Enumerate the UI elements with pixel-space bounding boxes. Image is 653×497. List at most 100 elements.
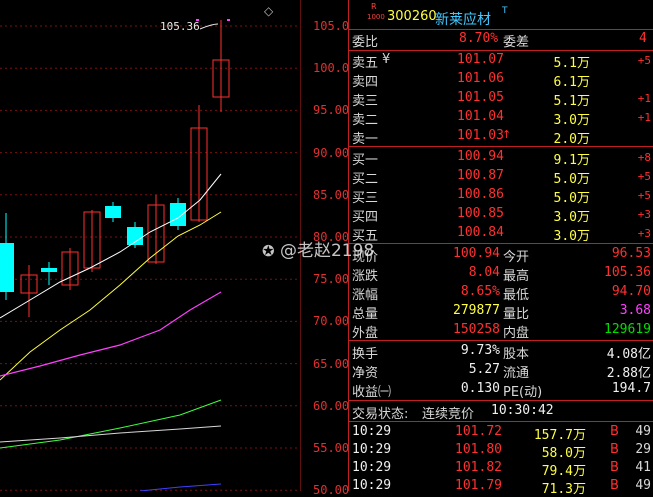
- tick-row[interactable]: 10:29 101.82 79.4万 B 41: [349, 459, 653, 479]
- stat-label: 量比: [503, 307, 530, 322]
- buy-row-3[interactable]: 买三 100.86 5.0万 +5: [349, 186, 653, 206]
- buy-row-4[interactable]: 买四 100.85 3.0万 +3: [349, 205, 653, 225]
- tick-row[interactable]: 10:29 101.72 157.7万 B 49: [349, 423, 653, 443]
- tick-row[interactable]: 10:29 101.80 58.0万 B 29: [349, 441, 653, 461]
- sell-change: +1: [637, 92, 651, 105]
- ma60-line: [0, 425, 222, 443]
- stock-code: 300260: [387, 9, 437, 24]
- buy-volume: 3.0万: [553, 210, 590, 225]
- tick-price: 101.82: [455, 460, 502, 475]
- stock-header: R 1000 300260 新莱应材 T: [349, 2, 653, 29]
- stat-label: 内盘: [503, 326, 530, 341]
- buy-price: 100.86: [457, 187, 504, 202]
- stat-value: 129619: [604, 322, 651, 337]
- buy-volume: 3.0万: [553, 229, 590, 244]
- stat-row: 总量 279877 量比 3.68: [349, 302, 653, 322]
- axis-tick-label: 105.0: [313, 19, 350, 33]
- stat-label: 最低: [503, 288, 530, 303]
- diamond-icon[interactable]: ◇: [264, 4, 273, 18]
- candle-body: [170, 203, 186, 226]
- axis-tick-label: 100.0: [313, 61, 350, 76]
- axis-tick-label: 50.00: [313, 483, 350, 497]
- buy-label: 买一: [352, 153, 379, 168]
- marker-dot: [227, 19, 230, 21]
- kline-chart[interactable]: ◇ 105.36: [0, 0, 300, 492]
- tick-count: 41: [635, 460, 651, 475]
- stat-label: 总量: [352, 307, 379, 322]
- tick-side: B: [610, 424, 619, 439]
- watermark: ✪ @老赵2198: [262, 236, 374, 261]
- buy-change: +5: [637, 189, 651, 202]
- tick-time: 10:29: [352, 424, 392, 439]
- sell-price: 101.06: [457, 71, 504, 86]
- sell-label: 卖三: [352, 94, 379, 109]
- buy-change: +5: [637, 170, 651, 183]
- fundamental-value: 5.27: [468, 362, 500, 377]
- stat-row: 外盘 150258 内盘 129619: [349, 321, 653, 341]
- buy-price: 100.94: [457, 149, 504, 164]
- fundamental-row: 净资 5.27 流通 2.88亿: [349, 361, 653, 381]
- fundamental-row: 收益㈠ 0.130 PE(动) 194.7: [349, 380, 653, 400]
- stat-row: 涨幅 8.65% 最低 94.70: [349, 283, 653, 303]
- sell-row-4[interactable]: 卖四 101.06 6.1万: [349, 70, 653, 90]
- stat-value: 279877: [453, 303, 500, 318]
- candle-body: [0, 243, 14, 292]
- fundamental-label: 换手: [352, 347, 379, 362]
- sell-label: 卖二: [352, 113, 379, 128]
- sell-row-2[interactable]: 卖二 101.04 3.0万 +1: [349, 108, 653, 128]
- stock-name[interactable]: 新莱应材: [435, 9, 491, 29]
- fundamental-label: 收益㈠: [352, 385, 392, 400]
- buy-price: 100.87: [457, 168, 504, 183]
- stat-value: 8.65%: [460, 284, 500, 299]
- buy-volume: 5.0万: [553, 172, 590, 187]
- axis-tick-label: 65.00: [313, 356, 350, 371]
- top-price-label: 105.36: [160, 20, 200, 33]
- t-mark-icon: T: [502, 6, 508, 16]
- buy-row-1[interactable]: 买一 100.94 9.1万 +8: [349, 148, 653, 168]
- sell-label: 卖五: [352, 56, 379, 71]
- axis-tick-label: 55.00: [313, 441, 350, 455]
- ma30-line: [0, 399, 222, 449]
- fundamental-label: PE(动): [503, 385, 543, 400]
- header-badge-sub: 1000: [367, 13, 385, 21]
- up-arrow-icon: ↑: [502, 128, 512, 141]
- sell-change: +1: [637, 111, 651, 124]
- stat-value: 94.70: [611, 284, 651, 299]
- sell-row-1[interactable]: 卖一 101.03 ↑ 2.0万: [349, 127, 653, 147]
- stat-label: 外盘: [352, 326, 379, 341]
- sell-price: 101.05: [457, 90, 504, 105]
- buy-change: +3: [637, 208, 651, 221]
- fundamental-value: 0.130: [460, 381, 500, 396]
- sell-row-3[interactable]: 卖三 101.05 5.1万 +1: [349, 89, 653, 109]
- buy-volume: 9.1万: [553, 153, 590, 168]
- sell-price: 101.03: [457, 128, 504, 143]
- stat-row: 涨跌 8.04 最高 105.36: [349, 264, 653, 284]
- tick-row[interactable]: 10:29 101.79 71.3万 B 49: [349, 477, 653, 497]
- weibo-icon: ✪: [262, 242, 275, 260]
- buy-price: 100.85: [457, 206, 504, 221]
- buy-row-2[interactable]: 买二 100.87 5.0万 +5: [349, 167, 653, 187]
- axis-tick-label: 75.00: [313, 272, 350, 287]
- tick-count: 29: [635, 442, 651, 457]
- sell-row-5[interactable]: 卖五 ¥101.07 5.1万 +5: [349, 51, 653, 71]
- kline-svg: [0, 19, 300, 492]
- sell-volume: 5.1万: [553, 56, 590, 71]
- sell-volume: 6.1万: [553, 75, 590, 90]
- stat-row: 现价 100.94 今开 96.53: [349, 245, 653, 265]
- fundamental-value: 9.73%: [460, 343, 500, 358]
- tick-volume: 71.3万: [541, 482, 586, 497]
- tick-time: 10:29: [352, 460, 392, 475]
- header-badge: R: [371, 2, 377, 11]
- buy-change: +8: [637, 151, 651, 164]
- axis-tick-label: 95.00: [313, 103, 350, 118]
- candle-body: [41, 268, 57, 272]
- buy-label: 买二: [352, 172, 379, 187]
- fundamental-row: 换手 9.73% 股本 4.08亿: [349, 342, 653, 362]
- buy-volume: 5.0万: [553, 191, 590, 206]
- candle-body: [105, 206, 121, 218]
- tick-count: 49: [635, 424, 651, 439]
- buy-row-5[interactable]: 买五 100.84 3.0万 +3: [349, 224, 653, 244]
- tick-time: 10:29: [352, 442, 392, 457]
- stat-label: 最高: [503, 269, 530, 284]
- stat-value: 100.94: [453, 246, 500, 261]
